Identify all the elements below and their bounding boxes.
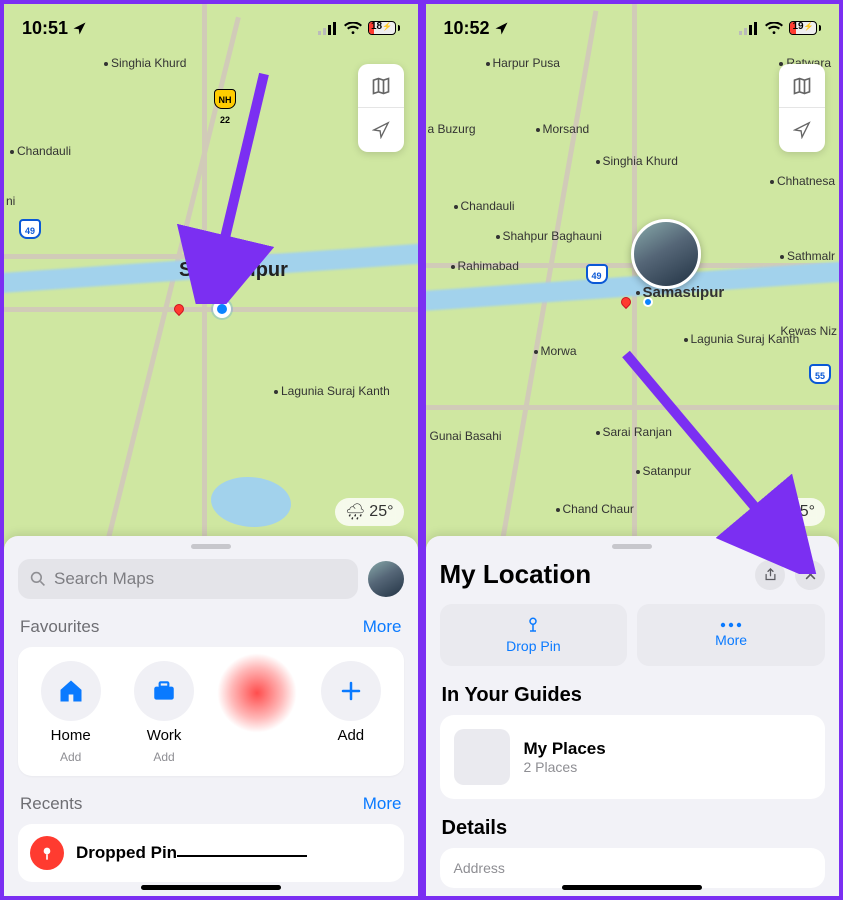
briefcase-icon	[151, 678, 177, 704]
recents-heading: Recents	[20, 794, 82, 814]
location-arrow-icon	[372, 121, 390, 139]
favourite-home[interactable]: Home Add	[31, 661, 111, 764]
bottom-sheet[interactable]: Search Maps Favourites More Home Add Wor…	[4, 536, 418, 896]
redacted-line	[177, 851, 307, 857]
sheet-title: My Location	[440, 559, 592, 590]
favourite-add[interactable]: Add	[311, 661, 391, 764]
right-screenshot: Harpur Pusa Ratwara a Buzurg Morsand Sin…	[422, 0, 843, 900]
map-icon	[792, 76, 812, 96]
place-label: Lagunia Suraj Kanth	[281, 384, 390, 398]
location-arrow-icon	[72, 21, 87, 36]
redacted-blur	[217, 653, 297, 733]
weather-temp: 25°	[369, 503, 393, 521]
battery-indicator: 19⚡	[789, 21, 821, 35]
sheet-grabber[interactable]	[191, 544, 231, 549]
search-placeholder: Search Maps	[54, 569, 154, 589]
details-card: Address	[440, 848, 826, 888]
status-time: 10:51	[22, 18, 68, 39]
home-indicator[interactable]	[141, 885, 281, 890]
red-pin-icon	[172, 302, 186, 316]
bottom-sheet[interactable]: My Location Drop Pin More In Your Guides	[426, 536, 840, 896]
left-screenshot: Singhia Khurd Chandauli ni Lagunia Suraj…	[0, 0, 422, 900]
cellular-icon	[739, 22, 759, 35]
highway-badge: 49	[19, 219, 41, 239]
search-input[interactable]: Search Maps	[18, 559, 358, 599]
map-mode-button[interactable]	[358, 64, 404, 108]
address-label: Address	[454, 860, 505, 876]
current-location-dot[interactable]	[643, 297, 653, 307]
place-label: ni	[6, 194, 15, 208]
guide-title: My Places	[524, 739, 606, 759]
favourite-work[interactable]: Work Add	[124, 661, 204, 764]
highway-badge: 49	[586, 264, 608, 284]
wifi-icon	[765, 22, 783, 35]
home-icon	[57, 677, 85, 705]
map-icon	[371, 76, 391, 96]
locate-me-button[interactable]	[358, 108, 404, 152]
locate-me-button[interactable]	[779, 108, 825, 152]
location-arrow-icon	[494, 21, 509, 36]
profile-avatar[interactable]	[368, 561, 404, 597]
recent-item[interactable]: Dropped Pin	[18, 824, 404, 882]
cloud-icon: 🌧	[345, 502, 365, 522]
details-heading: Details	[442, 817, 824, 840]
status-time: 10:52	[444, 18, 490, 39]
pin-icon	[524, 616, 542, 634]
home-indicator[interactable]	[562, 885, 702, 890]
map-controls	[779, 64, 825, 152]
status-bar: 10:51 18⚡	[4, 4, 418, 52]
more-button[interactable]: More	[637, 604, 825, 666]
favourites-more-link[interactable]: More	[363, 617, 402, 637]
wifi-icon	[344, 22, 362, 35]
map-mode-button[interactable]	[779, 64, 825, 108]
place-label: Chandauli	[17, 144, 71, 158]
search-icon	[30, 571, 46, 587]
favourites-heading: Favourites	[20, 617, 99, 637]
in-guides-heading: In Your Guides	[442, 684, 824, 707]
location-arrow-icon	[793, 121, 811, 139]
guide-item[interactable]: My Places 2 Places	[440, 715, 826, 799]
annotation-arrow	[164, 64, 294, 304]
drop-pin-button[interactable]: Drop Pin	[440, 604, 628, 666]
recents-more-link[interactable]: More	[363, 794, 402, 814]
pin-icon	[30, 836, 64, 870]
guide-thumbnail	[454, 729, 510, 785]
guide-subtitle: 2 Places	[524, 759, 606, 775]
user-location-avatar[interactable]	[631, 219, 701, 289]
annotation-arrow	[606, 344, 826, 574]
cellular-icon	[318, 22, 338, 35]
favourite-redacted[interactable]	[217, 661, 297, 764]
status-bar: 10:52 19⚡	[426, 4, 840, 52]
weather-pill[interactable]: 🌧 25°	[335, 498, 404, 526]
plus-icon	[339, 679, 363, 703]
map-controls	[358, 64, 404, 152]
ellipsis-icon	[720, 622, 742, 628]
favourites-card: Home Add Work Add Add	[18, 647, 404, 776]
battery-indicator: 18⚡	[368, 21, 400, 35]
